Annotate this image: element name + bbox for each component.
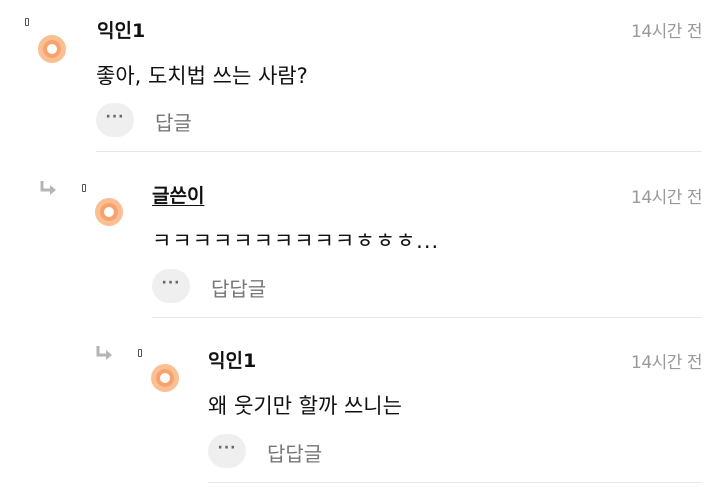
comment-author[interactable]: 익인1 [208,346,256,373]
more-dots-icon: ··· [217,440,237,456]
comment-time: 14시간 전 [631,22,702,42]
avatar-icon[interactable] [95,198,123,226]
reply-arrow-icon [96,346,112,360]
divider [208,482,702,483]
comment-body: 좋아, 도치법 쓰는 사람? [96,64,308,88]
marker-icon [82,184,86,192]
more-dots-icon: ··· [105,109,125,125]
divider [96,151,702,152]
more-options-button[interactable]: ··· [152,269,190,303]
reply-arrow-icon [40,181,56,195]
marker-icon [25,18,29,26]
marker-icon [138,349,142,357]
more-options-button[interactable]: ··· [208,434,246,468]
avatar-icon[interactable] [151,364,179,392]
more-options-button[interactable]: ··· [96,103,134,137]
reply-button[interactable]: 답글 [155,107,192,136]
comment-body: 왜 웃기만 할까 쓰니는 [208,394,402,418]
comment-time: 14시간 전 [631,188,702,208]
more-dots-icon: ··· [161,275,181,291]
reply-button[interactable]: 답답글 [211,273,266,302]
comment-time: 14시간 전 [631,353,702,373]
comment-author[interactable]: 글쓴이 [152,181,204,208]
reply-button[interactable]: 답답글 [267,438,322,467]
comment-body: ㅋㅋㅋㅋㅋㅋㅋㅋㅋㅋㅎㅎㅎ... [152,229,440,253]
avatar-icon[interactable] [38,35,66,63]
divider [152,317,702,318]
comment-author[interactable]: 익인1 [97,16,145,43]
